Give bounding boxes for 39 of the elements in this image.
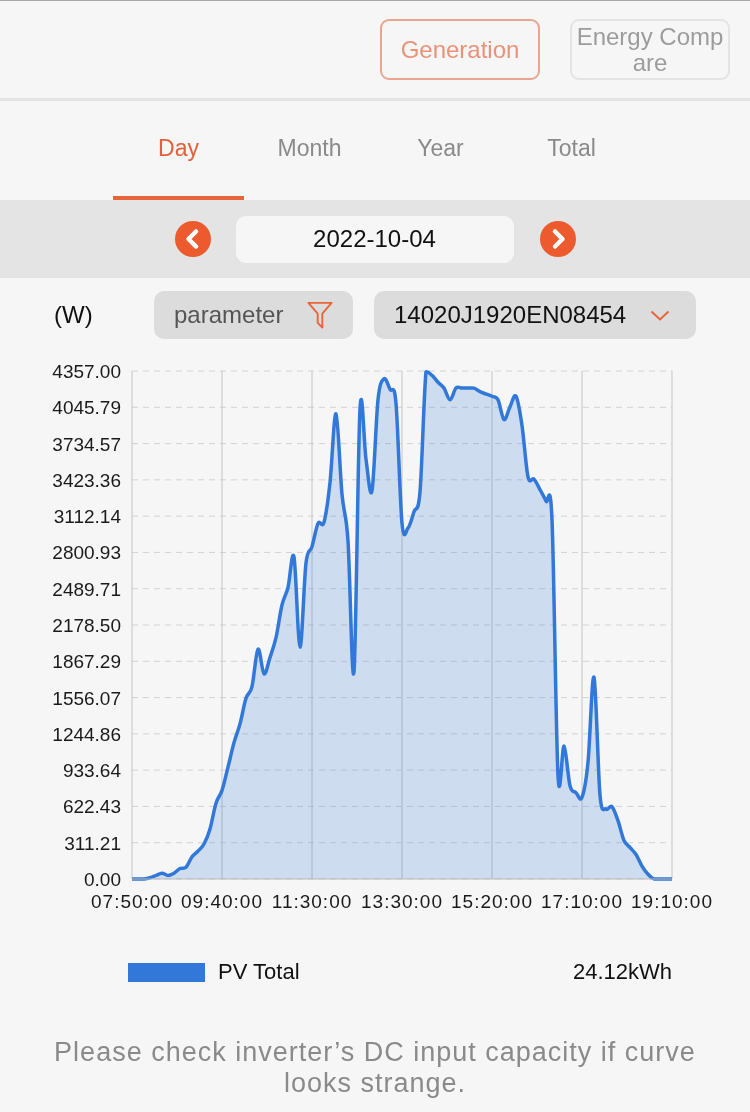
y-axis-label: 2489.71 <box>52 578 121 600</box>
chevron-left-icon[interactable] <box>174 221 211 257</box>
period-tab[interactable]: Month <box>244 101 375 200</box>
date-field[interactable]: 2022-10-04 <box>235 215 514 263</box>
filter-icon <box>307 301 333 329</box>
y-axis-label: 4045.79 <box>52 397 121 419</box>
x-axis-label: 19:10:00 <box>631 891 713 912</box>
y-axis-label: 311.21 <box>64 832 121 854</box>
x-axis-label: 07:50:00 <box>91 891 173 912</box>
y-axis-label: 1867.29 <box>52 651 121 673</box>
legend-label: PV Total <box>218 959 300 985</box>
y-axis-label: 622.43 <box>62 796 121 818</box>
parameter-button[interactable]: parameter <box>154 291 353 339</box>
period-tab[interactable]: Year <box>375 101 506 200</box>
x-axis-label: 09:40:00 <box>181 891 263 912</box>
y-axis-label: 1244.86 <box>52 723 121 745</box>
hint-text: Please check inverter’s DC input capacity if curve looks strange. <box>53 1037 697 1099</box>
chevron-right-icon[interactable] <box>539 221 576 257</box>
total-energy-value: 24.12kWh <box>572 959 672 985</box>
y-axis-label: 3112.14 <box>53 506 121 528</box>
y-axis-label: 2178.50 <box>52 615 121 636</box>
y-axis-label: 3734.57 <box>52 433 121 455</box>
y-axis-label: 2800.93 <box>52 542 121 564</box>
y-axis-label: 1556.07 <box>52 687 121 709</box>
x-axis-label: 11:30:00 <box>271 891 353 912</box>
x-axis-label: 15:20:00 <box>451 891 533 912</box>
generation-button[interactable]: Generation <box>380 19 540 80</box>
y-axis-label: 933.64 <box>62 760 121 782</box>
legend-swatch-icon <box>128 962 205 982</box>
y-axis-label: 0.00 <box>84 869 121 890</box>
y-axis-label: 3423.36 <box>52 469 121 491</box>
x-axis-label: 17:10:00 <box>541 891 623 912</box>
device-dropdown[interactable]: 14020J1920EN08454 <box>374 291 696 339</box>
y-axis-label: 4357.00 <box>52 361 121 382</box>
x-axis-label: 13:30:00 <box>361 891 443 912</box>
period-tab[interactable]: Total <box>506 101 637 200</box>
caret-down-icon <box>650 309 670 321</box>
unit-label: (W) <box>54 302 94 328</box>
energy-compare-button[interactable]: Energy Compare <box>570 19 730 80</box>
